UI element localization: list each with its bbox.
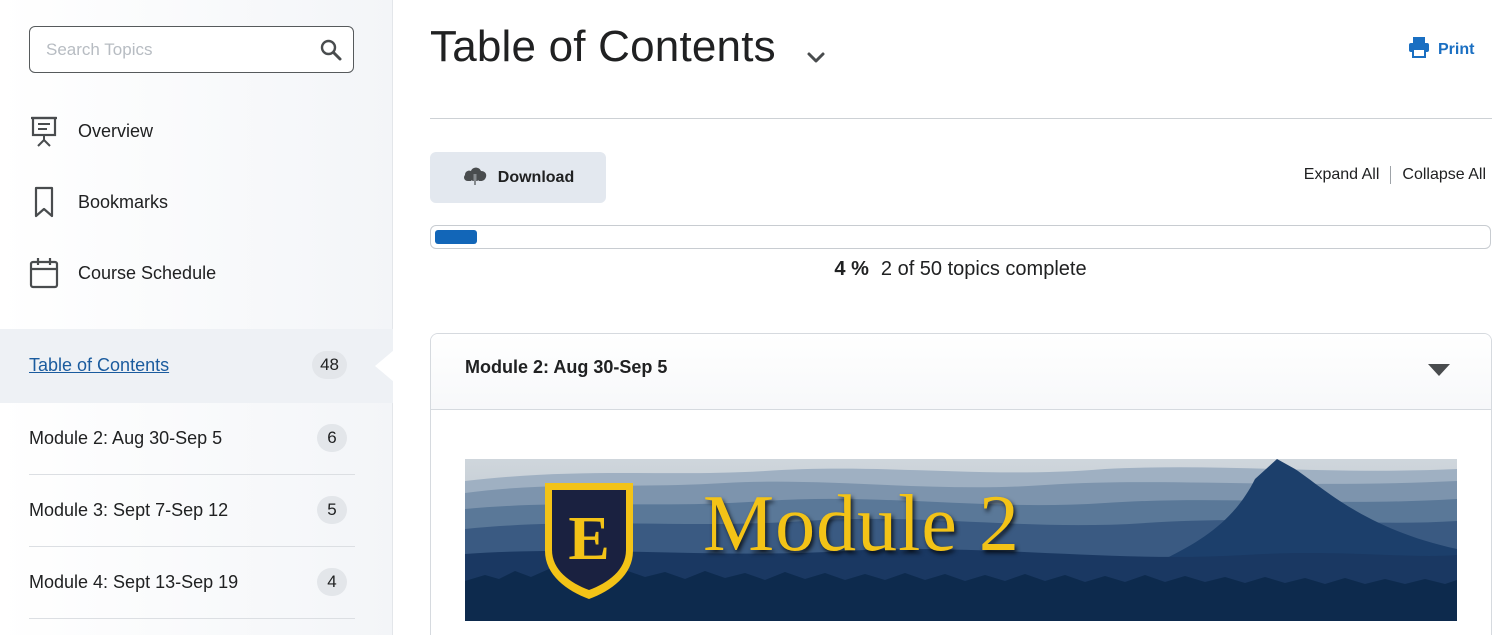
print-button[interactable]: Print xyxy=(1408,36,1474,63)
module-label: Module 2: Aug 30-Sep 5 xyxy=(29,427,223,448)
expand-collapse-controls: Expand All Collapse All xyxy=(1304,166,1486,184)
sidebar-item-module-4[interactable]: Module 4: Sept 13-Sep 19 4 xyxy=(29,546,355,618)
search-input[interactable] xyxy=(46,37,306,63)
nav-overview[interactable]: Overview xyxy=(29,111,153,151)
printer-icon xyxy=(1408,36,1430,63)
progress-bar xyxy=(430,225,1491,249)
cloud-download-icon xyxy=(462,165,488,190)
progress-fill xyxy=(435,230,477,244)
module-label: Module 3: Sept 7-Sep 12 xyxy=(29,499,229,520)
calendar-icon xyxy=(29,256,59,290)
print-label: Print xyxy=(1438,40,1475,58)
banner-title: Module 2 xyxy=(703,480,1020,568)
divider xyxy=(1390,166,1392,184)
sidebar-item-table-of-contents[interactable]: Table of Contents 48 xyxy=(29,329,355,401)
search-icon[interactable] xyxy=(319,38,343,62)
progress-summary: 4 % 2 of 50 topics complete xyxy=(430,258,1491,281)
collapse-all-link[interactable]: Collapse All xyxy=(1402,166,1486,184)
presentation-icon xyxy=(29,114,59,148)
divider xyxy=(29,618,355,619)
header-divider xyxy=(430,118,1492,119)
nav-bookmarks[interactable]: Bookmarks xyxy=(29,182,168,222)
sidebar-item-module-3[interactable]: Module 3: Sept 7-Sep 12 5 xyxy=(29,474,355,546)
download-label: Download xyxy=(497,168,575,186)
module-label: Module 4: Sept 13-Sep 19 xyxy=(29,571,239,592)
nav-course-schedule[interactable]: Course Schedule xyxy=(29,253,216,293)
nav-label: Overview xyxy=(78,120,154,141)
download-button[interactable]: Download xyxy=(430,152,606,203)
count-badge: 6 xyxy=(317,424,347,452)
count-badge: 5 xyxy=(317,496,347,524)
module-banner-image: E Module 2 xyxy=(465,459,1457,621)
nav-label: Bookmarks xyxy=(78,191,169,212)
module-card: Module 2: Aug 30-Sep 5 E Module 2 xyxy=(430,333,1492,635)
search-box xyxy=(29,26,354,73)
progress-count: 2 of 50 topics complete xyxy=(880,258,1087,280)
sidebar: Overview Bookmarks Course Schedule Table… xyxy=(0,0,394,635)
chevron-down-icon[interactable] xyxy=(806,50,826,66)
page-title: Table of Contents xyxy=(430,22,776,71)
nav-label: Course Schedule xyxy=(78,262,217,283)
count-badge: 4 xyxy=(317,568,347,596)
expand-all-link[interactable]: Expand All xyxy=(1304,166,1380,184)
banner-logo-letter: E xyxy=(568,505,609,573)
module-title: Module 2: Aug 30-Sep 5 xyxy=(465,357,668,377)
active-notch xyxy=(375,350,394,382)
count-badge: 48 xyxy=(312,351,347,379)
toc-link[interactable]: Table of Contents xyxy=(29,355,169,376)
sidebar-item-module-2[interactable]: Module 2: Aug 30-Sep 5 6 xyxy=(29,402,355,474)
bookmark-icon xyxy=(29,185,59,219)
module-header[interactable]: Module 2: Aug 30-Sep 5 xyxy=(431,334,1491,410)
progress-percent: 4 % xyxy=(834,258,869,280)
caret-down-icon[interactable] xyxy=(1427,362,1451,378)
